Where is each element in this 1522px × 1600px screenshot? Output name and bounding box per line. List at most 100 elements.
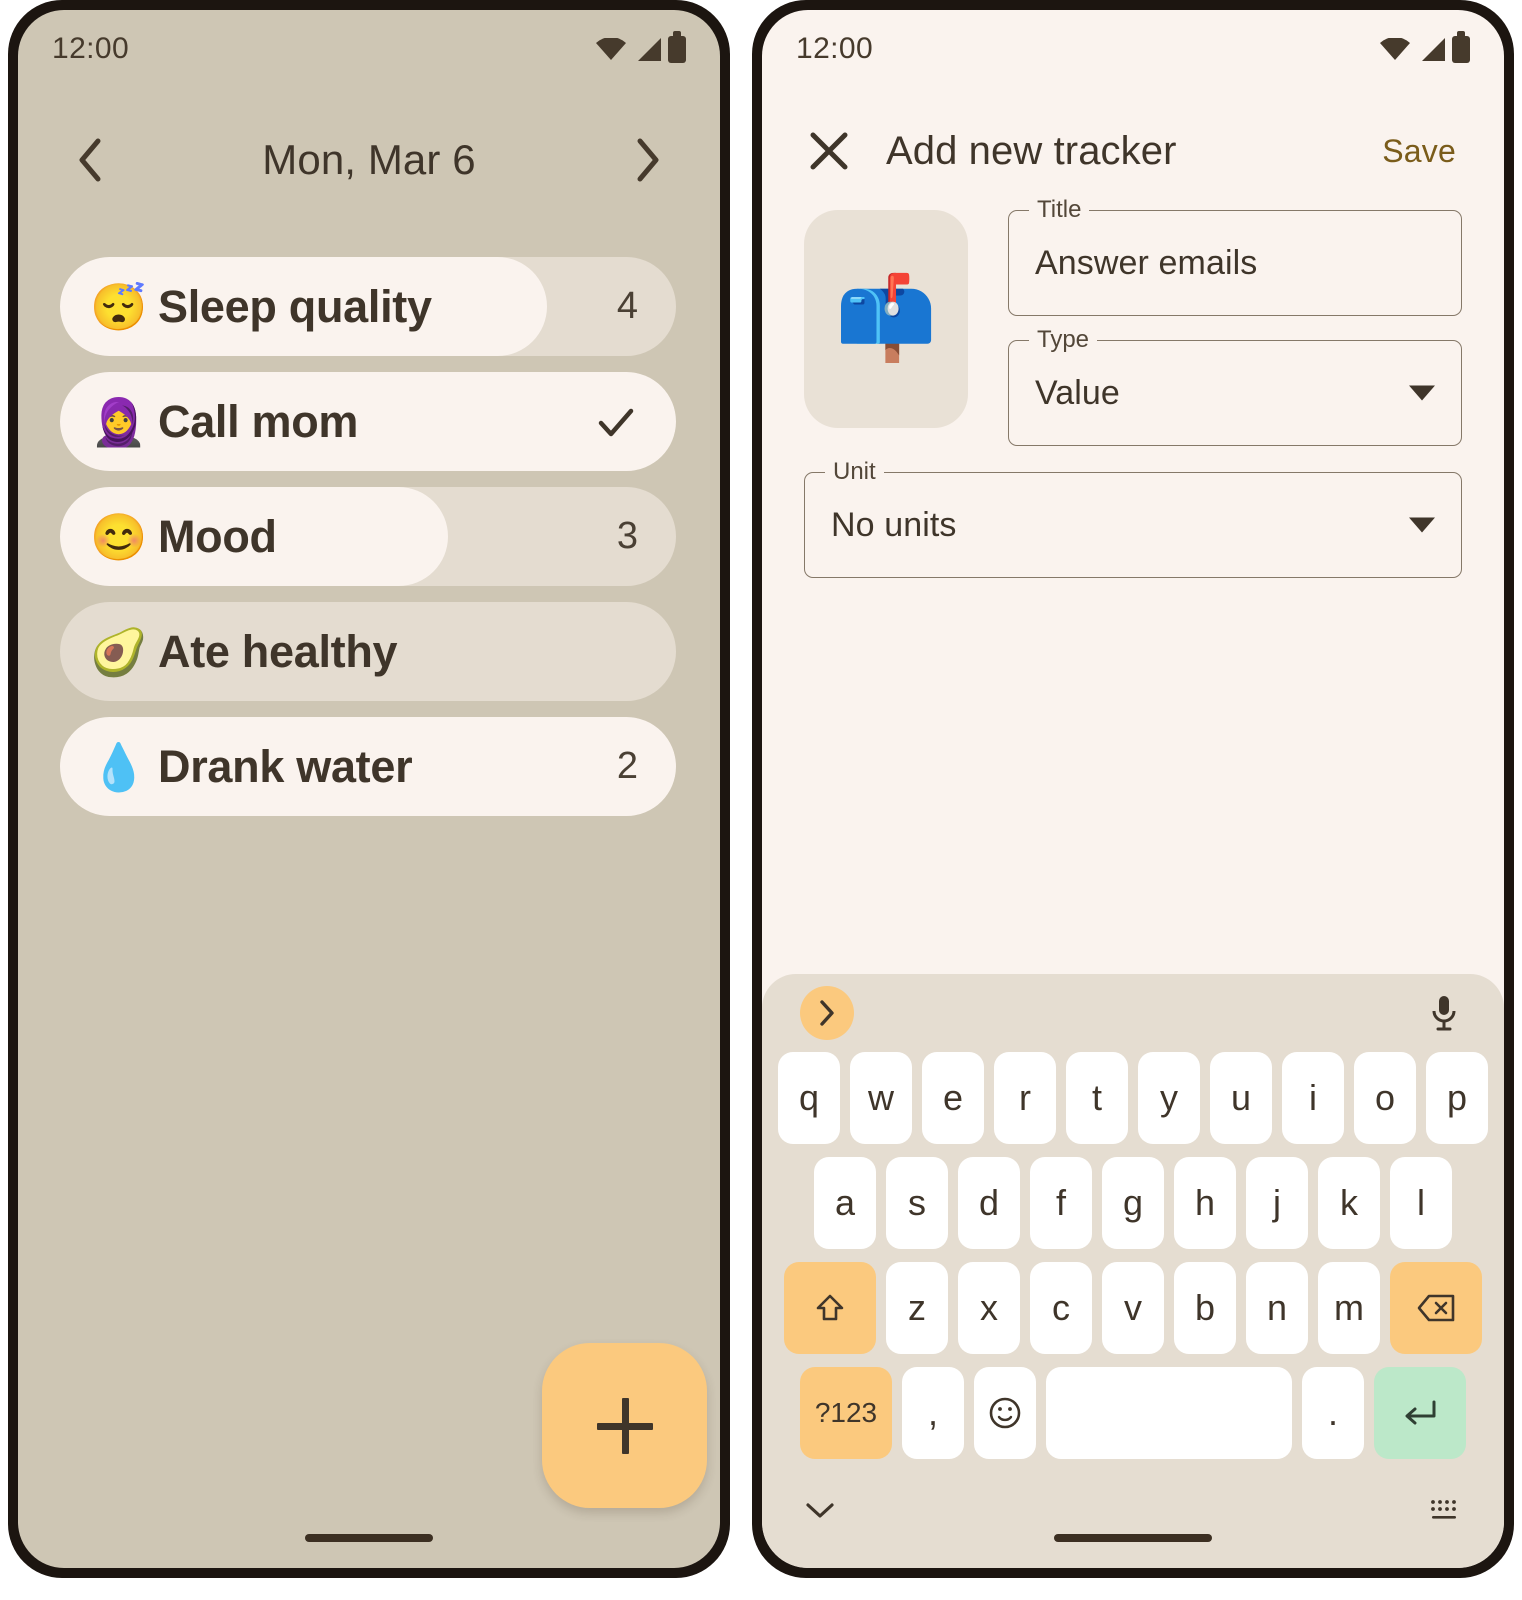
chevron-down-icon — [1409, 385, 1435, 401]
chevron-right-icon — [637, 138, 659, 182]
right-phone-screen: 12:00 Add new tracker Save 📫 Title Answe… — [762, 10, 1504, 1568]
close-button[interactable] — [804, 126, 854, 176]
key-o[interactable]: o — [1354, 1052, 1416, 1144]
key-t[interactable]: t — [1066, 1052, 1128, 1144]
period-key[interactable]: . — [1302, 1367, 1364, 1459]
form-top-row: 📫 Title Answer emails Type Value — [804, 196, 1462, 446]
closed-mailbox-with-raised-flag-icon: 📫 — [834, 273, 938, 364]
tracker-value: 2 — [616, 745, 638, 787]
switch-keyboard-button[interactable] — [1428, 1497, 1462, 1523]
type-select-value: Value — [1035, 373, 1120, 412]
battery-icon — [1452, 30, 1470, 63]
save-button[interactable]: Save — [1382, 133, 1456, 170]
chevron-down-icon — [1409, 517, 1435, 533]
tracker-label: Sleep quality — [158, 280, 432, 332]
key-m[interactable]: m — [1318, 1262, 1380, 1354]
key-i[interactable]: i — [1282, 1052, 1344, 1144]
keyboard-expand-button[interactable] — [800, 986, 854, 1040]
form-field-column: Title Answer emails Type Value — [1008, 196, 1462, 446]
key-k[interactable]: k — [1318, 1157, 1380, 1249]
backspace-key[interactable] — [1390, 1262, 1482, 1354]
key-h[interactable]: h — [1174, 1157, 1236, 1249]
key-b[interactable]: b — [1174, 1262, 1236, 1354]
key-s[interactable]: s — [886, 1157, 948, 1249]
title-field-label: Title — [1029, 196, 1090, 224]
droplet-icon: 💧 — [90, 740, 148, 793]
on-screen-keyboard: q w e r t y u i o p a s d f g h j k l z … — [762, 974, 1504, 1568]
key-a[interactable]: a — [814, 1157, 876, 1249]
keyboard-toolbar — [762, 974, 1504, 1052]
emoji-picker-button[interactable]: 📫 — [804, 210, 968, 428]
unit-select-label: Unit — [825, 458, 884, 486]
signal-icon — [1422, 37, 1445, 61]
left-phone-frame: 12:00 Mon, Mar 6 😴 Sleep quality 4 🧕 Cal… — [8, 0, 730, 1578]
key-q[interactable]: q — [778, 1052, 840, 1144]
key-p[interactable]: p — [1426, 1052, 1488, 1144]
wifi-icon — [1380, 38, 1410, 60]
tracker-row-ate-healthy[interactable]: 🥑 Ate healthy — [60, 602, 676, 701]
key-v[interactable]: v — [1102, 1262, 1164, 1354]
enter-key[interactable] — [1374, 1367, 1466, 1459]
emoji-icon — [989, 1397, 1021, 1429]
home-indicator[interactable] — [1054, 1534, 1212, 1542]
emoji-key[interactable] — [974, 1367, 1036, 1459]
left-phone-screen: 12:00 Mon, Mar 6 😴 Sleep quality 4 🧕 Cal… — [18, 10, 720, 1568]
tracker-label: Mood — [158, 510, 277, 562]
key-j[interactable]: j — [1246, 1157, 1308, 1249]
page-title: Add new tracker — [886, 128, 1177, 173]
keyboard-switch-icon — [1431, 1500, 1456, 1519]
prev-day-button[interactable] — [68, 138, 112, 182]
status-icons — [1380, 30, 1470, 63]
next-day-button[interactable] — [626, 138, 670, 182]
plus-icon — [596, 1397, 653, 1454]
unit-select-value: No units — [831, 505, 957, 544]
key-e[interactable]: e — [922, 1052, 984, 1144]
tracker-row-drank-water[interactable]: 💧 Drank water 2 — [60, 717, 676, 816]
microphone-icon — [1432, 996, 1456, 1031]
right-phone-frame: 12:00 Add new tracker Save 📫 Title Answe… — [752, 0, 1514, 1578]
woman-with-headscarf-icon: 🧕 — [90, 395, 148, 448]
status-clock: 12:00 — [52, 32, 130, 65]
key-u[interactable]: u — [1210, 1052, 1272, 1144]
chevron-left-icon — [79, 138, 101, 182]
home-indicator[interactable] — [305, 1534, 433, 1542]
keyboard-row-4: ?123 , . — [762, 1367, 1504, 1459]
key-w[interactable]: w — [850, 1052, 912, 1144]
key-d[interactable]: d — [958, 1157, 1020, 1249]
key-n[interactable]: n — [1246, 1262, 1308, 1354]
keyboard-row-3: z x c v b n m — [762, 1262, 1504, 1354]
space-key[interactable] — [1046, 1367, 1292, 1459]
chevron-down-icon — [806, 1503, 834, 1518]
app-bar: Add new tracker Save — [762, 110, 1504, 192]
unit-select[interactable]: Unit No units — [804, 458, 1462, 578]
status-icons — [596, 30, 686, 63]
voice-input-button[interactable] — [1422, 991, 1466, 1035]
tracker-row-mood[interactable]: 😊 Mood 3 — [60, 487, 676, 586]
left-status-bar: 12:00 — [18, 10, 720, 88]
screenshot-stage: 12:00 Mon, Mar 6 😴 Sleep quality 4 🧕 Cal… — [0, 0, 1522, 1600]
status-clock: 12:00 — [796, 32, 874, 65]
add-tracker-fab[interactable] — [542, 1343, 707, 1508]
key-l[interactable]: l — [1390, 1157, 1452, 1249]
key-g[interactable]: g — [1102, 1157, 1164, 1249]
key-z[interactable]: z — [886, 1262, 948, 1354]
key-c[interactable]: c — [1030, 1262, 1092, 1354]
type-select[interactable]: Type Value — [1008, 326, 1462, 446]
avocado-icon: 🥑 — [90, 625, 148, 678]
symbols-key[interactable]: ?123 — [800, 1367, 892, 1459]
tracker-row-sleep-quality[interactable]: 😴 Sleep quality 4 — [60, 257, 676, 356]
key-y[interactable]: y — [1138, 1052, 1200, 1144]
key-x[interactable]: x — [958, 1262, 1020, 1354]
hide-keyboard-button[interactable] — [804, 1499, 836, 1521]
key-f[interactable]: f — [1030, 1157, 1092, 1249]
shift-key[interactable] — [784, 1262, 876, 1354]
wifi-icon — [596, 38, 626, 60]
tracker-value: 4 — [616, 285, 638, 327]
tracker-row-call-mom[interactable]: 🧕 Call mom — [60, 372, 676, 471]
check-icon — [598, 408, 634, 436]
key-r[interactable]: r — [994, 1052, 1056, 1144]
battery-icon — [668, 30, 686, 63]
title-field[interactable]: Title Answer emails — [1008, 196, 1462, 316]
comma-key[interactable]: , — [902, 1367, 964, 1459]
shift-icon — [816, 1294, 844, 1321]
